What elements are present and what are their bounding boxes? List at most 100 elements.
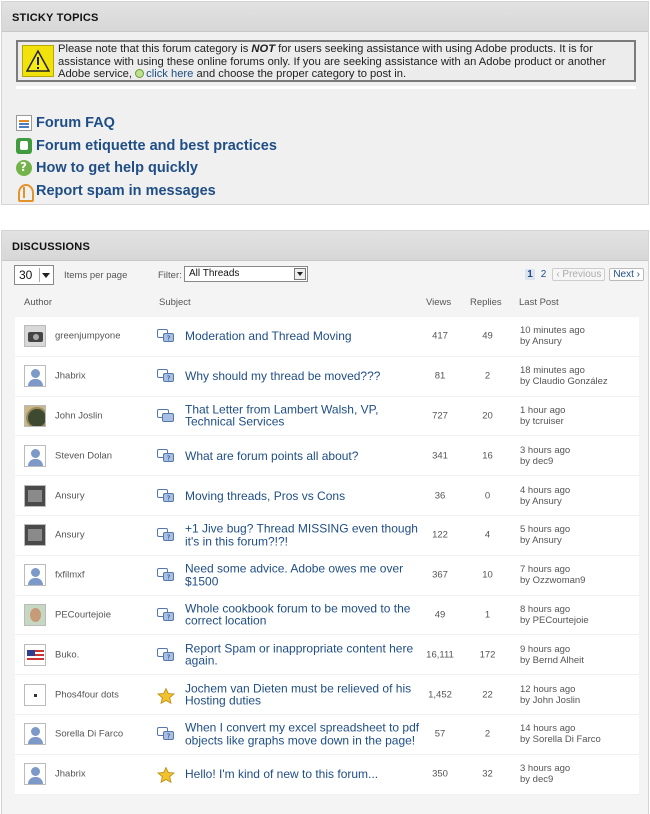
thread-subject-link[interactable]: Why should my thread be moved??? — [185, 370, 420, 383]
question-thread-icon: ? — [157, 727, 175, 741]
last-post-author[interactable]: by Ansury — [520, 496, 562, 507]
avatar[interactable] — [24, 484, 46, 507]
items-per-page-select[interactable]: 30 — [14, 265, 54, 285]
sticky-item-label[interactable]: Report spam in messages — [36, 183, 216, 199]
replies-count: 2 — [484, 728, 491, 740]
last-post-author[interactable]: by Bernd Alheit — [520, 655, 584, 666]
last-post-author[interactable]: by PECourtejoie — [520, 615, 589, 626]
filter-select[interactable]: All Threads — [184, 266, 308, 282]
page-1-link[interactable]: 1 — [525, 269, 535, 280]
table-row[interactable]: greenjumpyone? Moderation and Thread Movi… — [15, 317, 639, 357]
avatar[interactable] — [24, 444, 46, 467]
last-post-time: 8 hours ago — [520, 603, 571, 615]
table-row[interactable]: Phos4four dots Jochem van Dieten must be … — [15, 675, 639, 715]
click-here-link[interactable]: click here — [146, 68, 193, 80]
last-post-author[interactable]: by tcruiser — [520, 416, 564, 427]
last-post-author[interactable]: by dec9 — [520, 456, 553, 467]
table-row[interactable]: Jhabrix Hello! I'm kind of new to this fo… — [15, 754, 639, 795]
sticky-item-label[interactable]: How to get help quickly — [36, 160, 198, 176]
author-link[interactable]: Phos4four dots — [55, 689, 119, 700]
thread-subject-link[interactable]: +1 Jive bug? Thread MISSING even though … — [185, 523, 420, 548]
author-link[interactable]: Ansury — [55, 530, 85, 541]
subject-column-header[interactable]: Subject — [159, 297, 191, 308]
notice-text: Please note that this forum category is … — [58, 43, 606, 81]
avatar[interactable] — [24, 524, 46, 547]
thread-subject-link[interactable]: What are forum points all about? — [185, 450, 420, 463]
author-link[interactable]: Jhabrix — [55, 769, 86, 780]
sticky-item-report-spam[interactable]: Report spam in messages — [16, 180, 277, 203]
replies-count: 16 — [482, 450, 493, 462]
divider — [16, 86, 636, 89]
page-2-link[interactable]: 2 — [539, 269, 549, 280]
author-column-header[interactable]: Author — [24, 297, 52, 308]
last-post-info: 1 hour ago by tcruiser — [520, 405, 565, 427]
views-count: 36 — [434, 490, 446, 502]
avatar[interactable] — [24, 325, 46, 348]
next-button[interactable]: Next › — [609, 268, 644, 281]
avatar[interactable] — [24, 564, 46, 587]
views-count: 122 — [432, 529, 448, 541]
pagination: 1 2 ‹ Previous Next › — [525, 268, 644, 281]
avatar[interactable] — [24, 365, 46, 388]
table-row[interactable]: Ansury? Moving threads, Pros vs Cons 36 0 4 … — [15, 476, 639, 516]
svg-text:?: ? — [167, 613, 171, 621]
thread-subject-link[interactable]: That Letter from Lambert Walsh, VP, Tech… — [185, 403, 420, 428]
table-row[interactable]: John Joslin That Letter from Lambert Wals… — [15, 396, 639, 437]
thread-subject-link[interactable]: When I convert my excel spreadsheet to p… — [185, 722, 420, 747]
notice-emphasis: NOT — [251, 43, 276, 55]
thread-subject-link[interactable]: Report Spam or inappropriate content her… — [185, 642, 420, 667]
last-post-author[interactable]: by dec9 — [520, 774, 553, 785]
avatar[interactable] — [24, 683, 46, 706]
table-row[interactable]: fxfilmxf? Need some advice. Adobe owes me… — [15, 555, 639, 596]
author-link[interactable]: PECourtejoie — [55, 609, 111, 620]
last-post-author[interactable]: by John Joslin — [520, 695, 580, 706]
table-row[interactable]: Steven Dolan? What are forum points all a… — [15, 436, 639, 477]
last-post-column-header[interactable]: Last Post — [519, 297, 559, 308]
author-link[interactable]: Steven Dolan — [55, 450, 112, 461]
avatar[interactable] — [24, 643, 46, 666]
question-thread-icon: ? — [157, 329, 175, 343]
last-post-time: 3 hours ago — [520, 763, 571, 775]
thread-subject-link[interactable]: Whole cookbook forum to be moved to the … — [185, 602, 420, 627]
author-link[interactable]: Ansury — [55, 490, 85, 501]
chevron-down-icon — [39, 268, 51, 282]
author-link[interactable]: John Joslin — [55, 410, 103, 421]
last-post-author[interactable]: by Ozzwoman9 — [520, 575, 585, 586]
table-row[interactable]: Ansury? +1 Jive bug? Thread MISSING even … — [15, 515, 639, 556]
table-row[interactable]: Buko.? Report Spam or inappropriate conte… — [15, 635, 639, 676]
etiquette-icon — [16, 137, 32, 154]
last-post-author[interactable]: by Ansury — [520, 336, 562, 347]
replies-count: 172 — [479, 649, 496, 661]
sticky-item-label[interactable]: Forum FAQ — [36, 115, 115, 131]
views-column-header[interactable]: Views — [426, 297, 451, 308]
author-link[interactable]: fxfilmxf — [55, 570, 85, 581]
thread-subject-link[interactable]: Need some advice. Adobe owes me over $15… — [185, 562, 420, 588]
table-row[interactable]: Sorella Di Farco? When I convert my excel… — [15, 714, 639, 755]
question-thread-icon: ? — [157, 528, 175, 542]
sticky-item-label[interactable]: Forum etiquette and best practices — [36, 138, 277, 154]
last-post-time: 18 minutes ago — [520, 365, 585, 377]
link-icon — [135, 69, 145, 79]
author-link[interactable]: Buko. — [55, 649, 79, 660]
avatar[interactable] — [24, 603, 46, 626]
avatar[interactable] — [24, 404, 46, 427]
thread-subject-link[interactable]: Moving threads, Pros vs Cons — [185, 489, 420, 502]
sticky-item-forum-faq[interactable]: Forum FAQ — [16, 112, 277, 135]
author-link[interactable]: greenjumpyone — [55, 331, 121, 342]
sticky-item-etiquette[interactable]: Forum etiquette and best practices — [16, 135, 277, 158]
table-row[interactable]: PECourtejoie? Whole cookbook forum to be … — [15, 595, 639, 636]
table-row[interactable]: Jhabrix? Why should my thread be moved???… — [15, 356, 639, 397]
author-link[interactable]: Sorella Di Farco — [55, 729, 123, 740]
avatar[interactable] — [24, 723, 46, 746]
previous-button[interactable]: ‹ Previous — [552, 268, 606, 281]
replies-column-header[interactable]: Replies — [470, 297, 502, 308]
avatar[interactable] — [24, 763, 46, 786]
last-post-author[interactable]: by Sorella Di Farco — [520, 734, 601, 745]
sticky-item-help[interactable]: How to get help quickly — [16, 157, 277, 180]
thread-subject-link[interactable]: Moderation and Thread Moving — [185, 330, 420, 343]
author-link[interactable]: Jhabrix — [55, 371, 86, 382]
last-post-author[interactable]: by Ansury — [520, 535, 562, 546]
last-post-author[interactable]: by Claudio González — [520, 376, 608, 387]
thread-subject-link[interactable]: Jochem van Dieten must be relieved of hi… — [185, 682, 420, 707]
thread-subject-link[interactable]: Hello! I'm kind of new to this forum... — [185, 768, 420, 781]
